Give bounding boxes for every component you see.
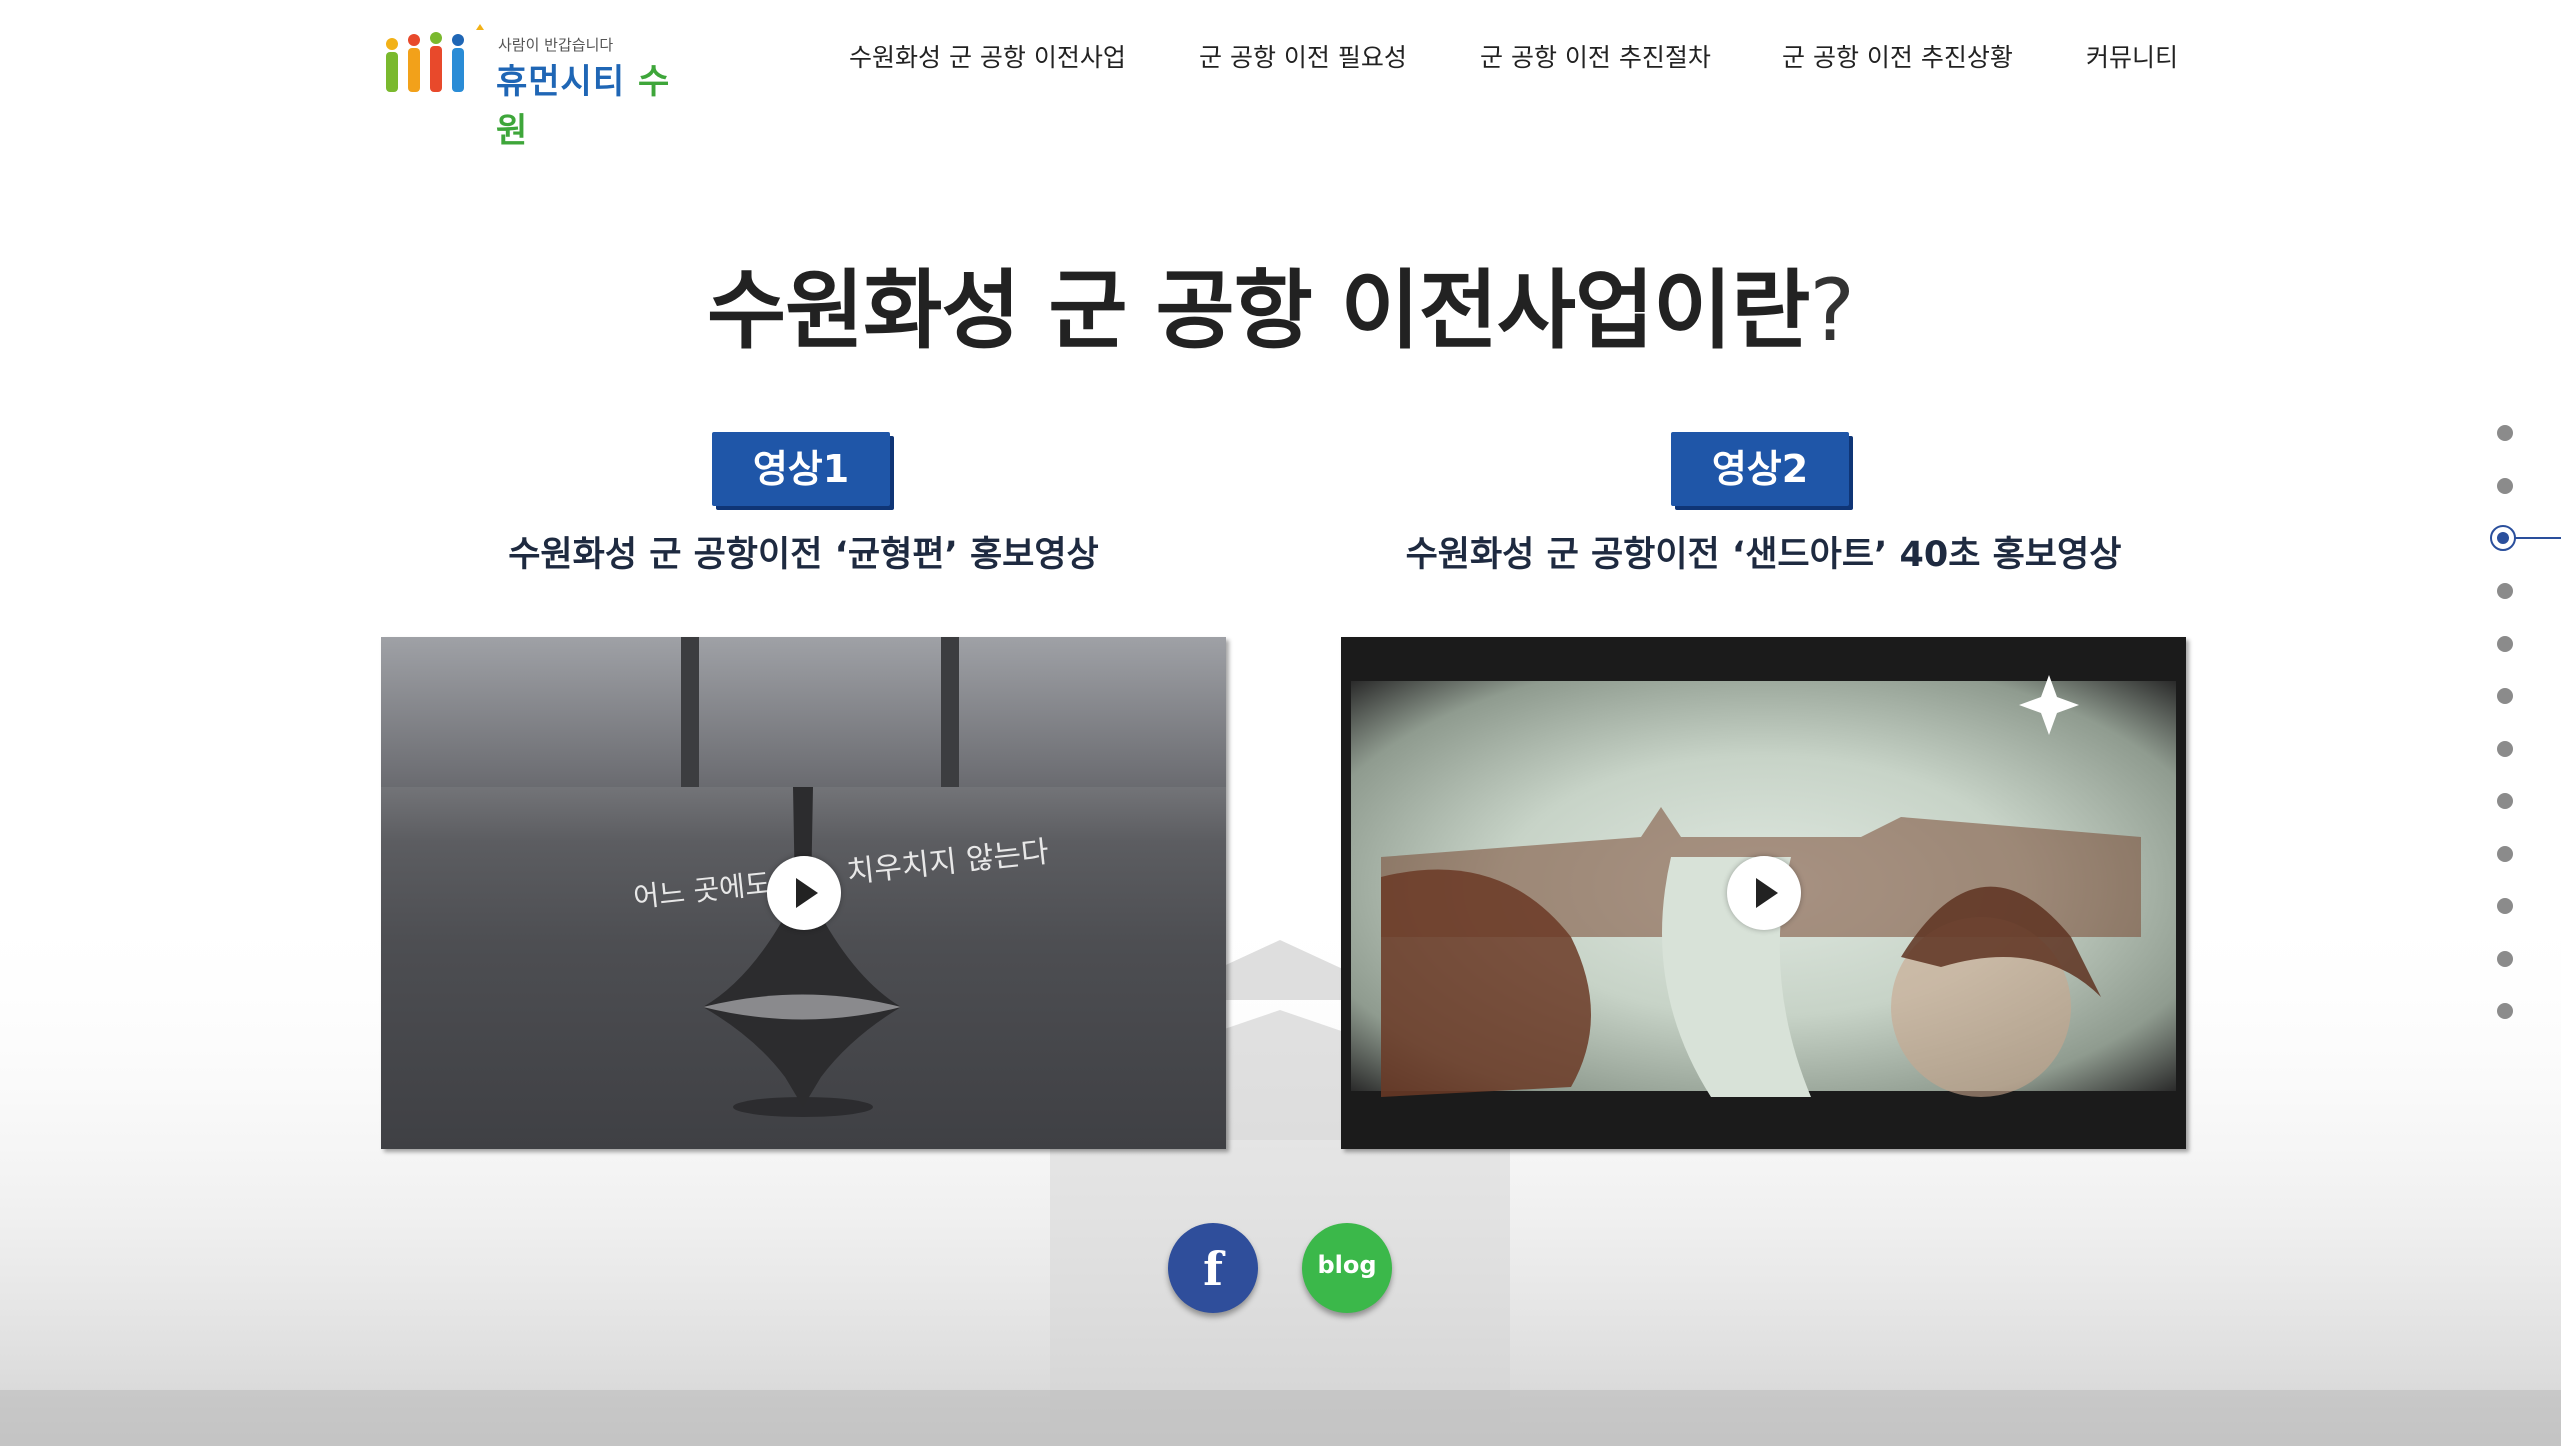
side-dot-nav xyxy=(2490,420,2561,1020)
facebook-icon[interactable]: f xyxy=(1168,1223,1258,1313)
blog-icon[interactable]: blog xyxy=(1302,1223,1392,1313)
play-icon[interactable] xyxy=(766,856,841,930)
video-subtitle-1: 수원화성 군 공항이전 ‘균형편’ 홍보영상 xyxy=(508,535,1099,575)
side-dot-4[interactable] xyxy=(2497,583,2513,599)
side-dot-12[interactable] xyxy=(2497,1003,2513,1019)
play-icon[interactable] xyxy=(1726,856,1801,930)
side-dot-indicator-line xyxy=(2514,537,2561,539)
side-dot-9[interactable] xyxy=(2497,846,2513,862)
side-dot-8[interactable] xyxy=(2497,793,2513,809)
video-badge-1: 영상1 xyxy=(712,432,890,506)
side-dot-3-active[interactable] xyxy=(2490,525,2516,551)
nav-item-procedure[interactable]: 군 공항 이전 추진절차 xyxy=(1480,38,1711,74)
nav-item-project[interactable]: 수원화성 군 공항 이전사업 xyxy=(849,38,1126,74)
side-dot-11[interactable] xyxy=(2497,951,2513,967)
video-badge-2: 영상2 xyxy=(1671,432,1849,506)
side-dot-1[interactable] xyxy=(2497,425,2513,441)
video-thumbnail-2[interactable] xyxy=(1341,637,2186,1149)
side-dot-2[interactable] xyxy=(2497,478,2513,494)
site-header: 사람이 반갑습니다 휴먼시티 수원 수원화성 군 공항 이전사업 군 공항 이전… xyxy=(0,0,2561,151)
video-subtitle-2: 수원화성 군 공항이전 ‘샌드아트’ 40초 홍보영상 xyxy=(1405,535,2122,575)
side-dot-10[interactable] xyxy=(2497,898,2513,914)
nav-item-status[interactable]: 군 공항 이전 추진상황 xyxy=(1782,38,2013,74)
main-nav: 수원화성 군 공항 이전사업 군 공항 이전 필요성 군 공항 이전 추진절차 … xyxy=(0,38,2561,78)
side-dot-7[interactable] xyxy=(2497,741,2513,757)
side-dot-6[interactable] xyxy=(2497,688,2513,704)
page-title: 수원화성 군 공항 이전사업이란? xyxy=(706,261,1855,361)
nav-item-community[interactable]: 커뮤니티 xyxy=(2086,38,2178,74)
side-dot-5[interactable] xyxy=(2497,636,2513,652)
video-thumbnail-1[interactable]: 어느 곳에도 치우치지 않는다 xyxy=(381,637,1226,1149)
nav-item-necessity[interactable]: 군 공항 이전 필요성 xyxy=(1199,38,1407,74)
